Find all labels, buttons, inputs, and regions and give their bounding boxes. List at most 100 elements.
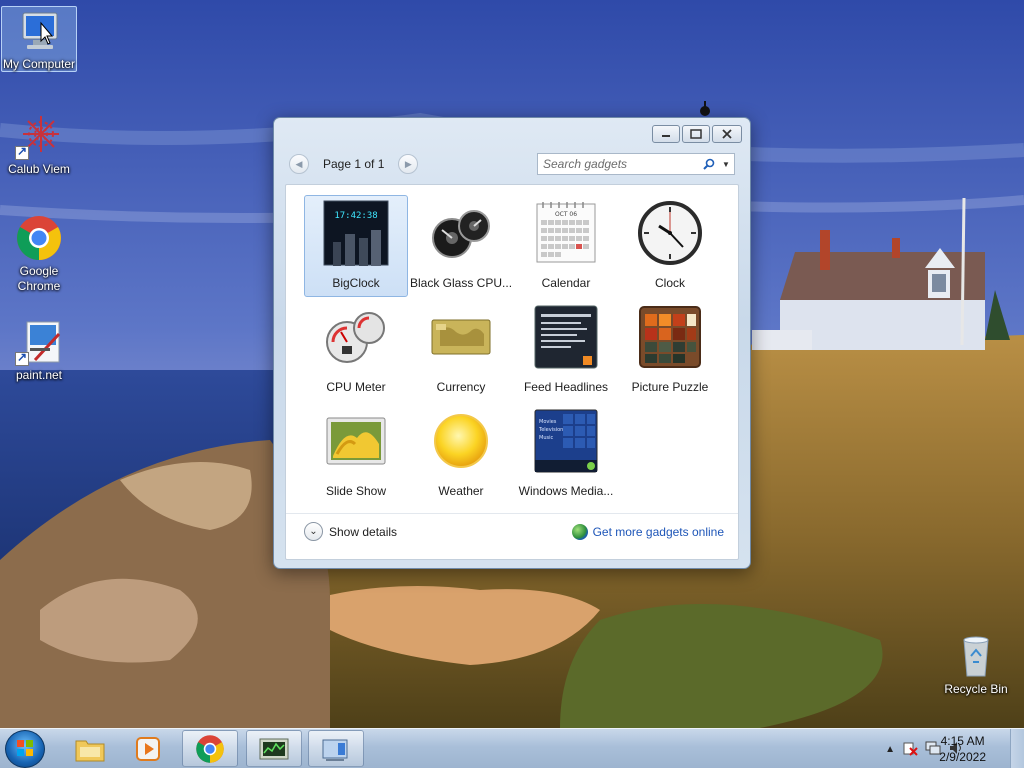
action-center-icon[interactable]	[902, 740, 918, 759]
picture-puzzle-icon	[637, 304, 703, 370]
gadget-item-cpu-meter[interactable]: CPU Meter	[304, 299, 408, 401]
chrome-icon	[196, 734, 224, 763]
calendar-icon: OCT 06	[533, 200, 599, 266]
feed-headlines-icon	[533, 304, 599, 370]
get-more-gadgets-label: Get more gadgets online	[592, 525, 724, 539]
gadget-item-currency[interactable]: Currency	[409, 299, 513, 401]
taskbar-media-player-button[interactable]	[120, 730, 176, 767]
taskbar-chrome-button[interactable]	[182, 730, 238, 767]
search-icon[interactable]	[700, 158, 718, 170]
gadget-gallery-window: ◀ Page 1 of 1 ▶ ▼ 17:42:38	[273, 101, 751, 569]
taskbar: ▲ 4:15 AM 2/9/2022	[0, 728, 1024, 768]
gadget-item-slide-show[interactable]: Slide Show	[304, 403, 408, 505]
slide-show-icon	[323, 408, 389, 474]
desktop-icon-calub-viem[interactable]: Calub Viem	[1, 112, 77, 177]
bigclock-time: 17:42:38	[334, 211, 377, 221]
restore-button[interactable]	[682, 125, 710, 143]
gadget-item-windows-media-center[interactable]: Movies Television Music Windows Media...	[514, 403, 618, 505]
desktop-icon-recycle-bin[interactable]: Recycle Bin	[938, 632, 1014, 697]
show-details-toggle[interactable]: ⌄ Show details	[304, 522, 397, 541]
gadget-label: Calendar	[541, 276, 591, 290]
gadget-item-feed-headlines[interactable]: Feed Headlines	[514, 299, 618, 401]
globe-icon	[571, 524, 588, 540]
close-icon	[722, 129, 732, 139]
media-menu-item: Television	[538, 427, 563, 433]
taskbar-gadgets-button[interactable]	[308, 730, 364, 767]
next-page-button[interactable]: ▶	[398, 154, 419, 174]
gadget-label: Weather	[438, 484, 484, 498]
taskbar-clock[interactable]: 4:15 AM 2/9/2022	[939, 733, 986, 765]
desktop-icon-label: Calub Viem	[8, 162, 70, 176]
desktop-icon-label: paint.net	[15, 368, 63, 382]
gadget-item-calendar[interactable]: OCT 06 Calendar	[514, 195, 618, 297]
taskbar-explorer-button[interactable]	[62, 730, 118, 767]
gallery-toolbar: ◀ Page 1 of 1 ▶ ▼	[289, 152, 735, 176]
desktop-icon-google-chrome[interactable]: Google Chrome	[1, 214, 77, 294]
desktop-gadgets-icon	[322, 739, 348, 761]
gadget-item-picture-puzzle[interactable]: Picture Puzzle	[618, 299, 722, 401]
gadget-item-bigclock[interactable]: 17:42:38 BigClock	[304, 195, 408, 297]
task-manager-icon	[259, 738, 289, 759]
footer-divider	[286, 513, 738, 514]
gadget-grid: 17:42:38 BigClock Black Glass CPU... OCT…	[304, 195, 724, 505]
recycle-bin-icon	[952, 632, 1000, 680]
show-hidden-icons-button[interactable]: ▲	[885, 744, 895, 755]
folder-icon	[75, 740, 105, 761]
gadget-label: Black Glass CPU...	[410, 276, 513, 290]
gadget-label: BigClock	[332, 276, 380, 290]
gadget-label: Clock	[654, 276, 685, 290]
calub-viem-icon	[15, 112, 63, 160]
bigclock-icon: 17:42:38	[323, 200, 389, 266]
chevron-down-icon: ⌄	[304, 522, 323, 541]
shortcut-arrow-icon	[15, 350, 29, 366]
gadget-list-panel: 17:42:38 BigClock Black Glass CPU... OCT…	[285, 184, 739, 560]
desktop-icon-label: My Computer	[2, 57, 76, 71]
previous-page-button[interactable]: ◀	[289, 154, 309, 174]
cpu-meter-icon	[323, 304, 389, 370]
gadget-item-clock[interactable]: Clock	[618, 195, 722, 297]
media-menu-item: Movies	[539, 419, 557, 425]
chevron-left-icon: ◀	[295, 158, 303, 169]
clock-date: 2/9/2022	[939, 750, 986, 764]
desktop-icon-label: Recycle Bin	[944, 682, 1008, 696]
minimize-button[interactable]	[652, 125, 680, 143]
shortcut-arrow-icon	[15, 144, 29, 160]
desktop-icon-my-computer[interactable]: My Computer	[1, 6, 77, 72]
desktop-icon-label: Google Chrome	[17, 264, 61, 293]
window-controls	[652, 125, 742, 143]
search-input[interactable]	[543, 155, 700, 173]
windows-logo-icon	[17, 740, 33, 756]
minimize-icon	[662, 135, 670, 137]
page-indicator: Page 1 of 1	[323, 157, 385, 171]
chrome-icon	[15, 214, 63, 262]
black-glass-cpu-icon	[428, 200, 494, 266]
search-dropdown-button[interactable]: ▼	[718, 160, 734, 169]
restore-icon	[690, 129, 702, 139]
get-more-gadgets-link[interactable]: Get more gadgets online	[571, 524, 724, 540]
currency-icon	[428, 304, 494, 370]
gadget-label: Slide Show	[325, 484, 387, 498]
start-button[interactable]	[5, 730, 45, 768]
gadget-label: Feed Headlines	[523, 380, 609, 394]
gadget-label: Picture Puzzle	[631, 380, 709, 394]
gadget-item-weather[interactable]: Weather	[409, 403, 513, 505]
computer-icon	[15, 7, 63, 55]
gadget-label: Currency	[436, 380, 486, 394]
pin-icon	[700, 101, 710, 116]
calendar-month: OCT 06	[555, 211, 577, 218]
clock-icon	[637, 200, 703, 266]
pager: ◀ Page 1 of 1 ▶	[289, 154, 419, 174]
paint-net-icon	[15, 318, 63, 366]
gadget-item-black-glass-cpu[interactable]: Black Glass CPU...	[409, 195, 513, 297]
close-button[interactable]	[712, 125, 742, 143]
taskbar-task-manager-button[interactable]	[246, 730, 302, 767]
weather-icon	[428, 408, 494, 474]
search-box: ▼	[537, 153, 735, 175]
gadget-label: Windows Media...	[518, 484, 614, 498]
chevron-down-icon: ▼	[722, 159, 730, 169]
show-desktop-button[interactable]	[1010, 729, 1024, 768]
chevron-right-icon: ▶	[404, 158, 412, 169]
desktop-icon-paint-net[interactable]: paint.net	[1, 318, 77, 383]
windows-media-center-icon: Movies Television Music	[533, 408, 599, 474]
show-details-label: Show details	[329, 524, 398, 539]
